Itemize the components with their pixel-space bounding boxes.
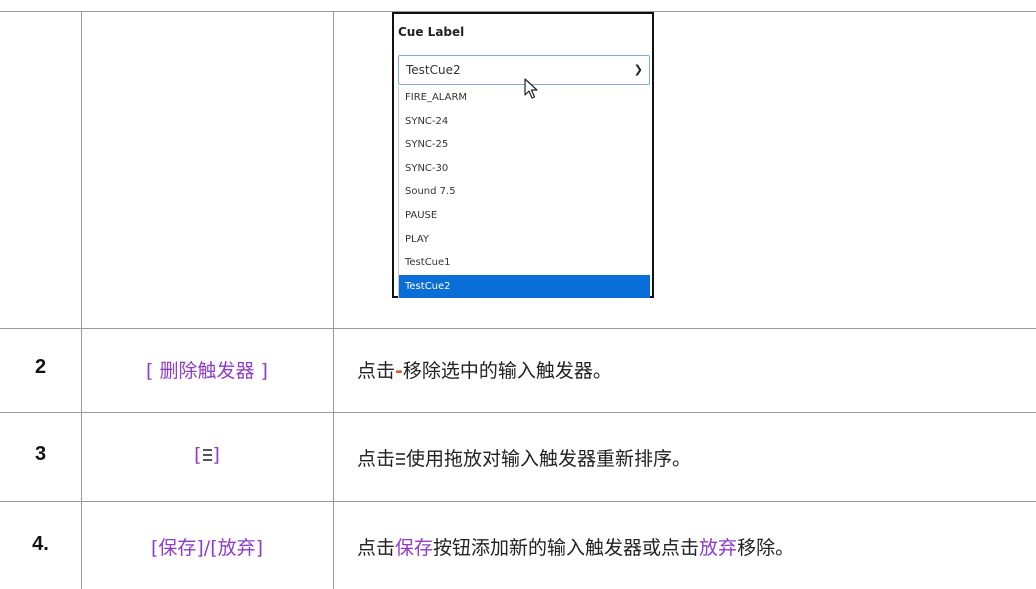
row-divider — [0, 412, 1036, 413]
step-number: 2 — [34, 356, 47, 378]
chevron-down-icon: ❯ — [633, 63, 643, 76]
reorder-handle-reference[interactable]: [] — [81, 444, 333, 466]
cue-label-selected-value: TestCue2 — [406, 63, 461, 77]
dropdown-option[interactable]: Sound 7.5 — [399, 180, 650, 204]
dropdown-option[interactable]: SYNC-25 — [399, 133, 650, 157]
dropdown-option[interactable]: SYNC-24 — [399, 110, 650, 134]
description-text: 按钮添加新的输入触发器或点击 — [433, 537, 700, 559]
column-divider — [81, 11, 82, 589]
step-number: 4. — [32, 533, 49, 555]
dropdown-option[interactable]: SYNC-30 — [399, 157, 650, 181]
cue-label-dropdown-screenshot: Cue Label TestCue2 ❯ FIRE_ALARM SYNC-24 … — [392, 12, 654, 299]
save-discard-reference[interactable]: [保存]/[放弃] — [81, 533, 333, 560]
discard-link[interactable]: 放弃 — [699, 537, 737, 559]
row-divider — [0, 328, 1036, 329]
step-description: 点击 使用拖放对输入触发器重新排序。 — [357, 444, 691, 471]
drag-handle-icon — [396, 452, 406, 466]
description-text: 点击 — [357, 360, 396, 382]
step-number: 3 — [34, 443, 47, 465]
bracket-open: [ — [194, 444, 202, 466]
save-link[interactable]: 保存 — [395, 537, 433, 559]
mouse-pointer-icon — [524, 78, 538, 99]
description-text: 点击 — [357, 537, 396, 559]
description-text: 点击 — [357, 448, 396, 470]
drag-handle-icon[interactable] — [202, 448, 212, 462]
dropdown-option[interactable]: PLAY — [399, 228, 650, 252]
minus-icon: - — [395, 360, 403, 382]
cue-label-heading: Cue Label — [398, 25, 465, 39]
bracket-close: ] — [212, 444, 220, 466]
column-divider — [333, 11, 334, 589]
step-description: 点击-移除选中的输入触发器。 — [357, 356, 612, 383]
cue-label-options-list: FIRE_ALARM SYNC-24 SYNC-25 SYNC-30 Sound… — [398, 86, 650, 299]
description-text: 移除选中的输入触发器。 — [402, 360, 612, 382]
row-divider — [0, 501, 1036, 502]
dropdown-option[interactable]: PAUSE — [399, 204, 650, 228]
dropdown-option[interactable]: TestCue1 — [399, 251, 650, 275]
description-text: 移除。 — [737, 537, 795, 559]
dropdown-option-highlighted[interactable]: TestCue2 — [399, 274, 650, 299]
description-text: 使用拖放对输入触发器重新排序。 — [406, 448, 692, 470]
delete-trigger-reference[interactable]: [ 删除触发器 ] — [81, 356, 333, 383]
step-description: 点击保存按钮添加新的输入触发器或点击放弃移除。 — [357, 533, 794, 560]
